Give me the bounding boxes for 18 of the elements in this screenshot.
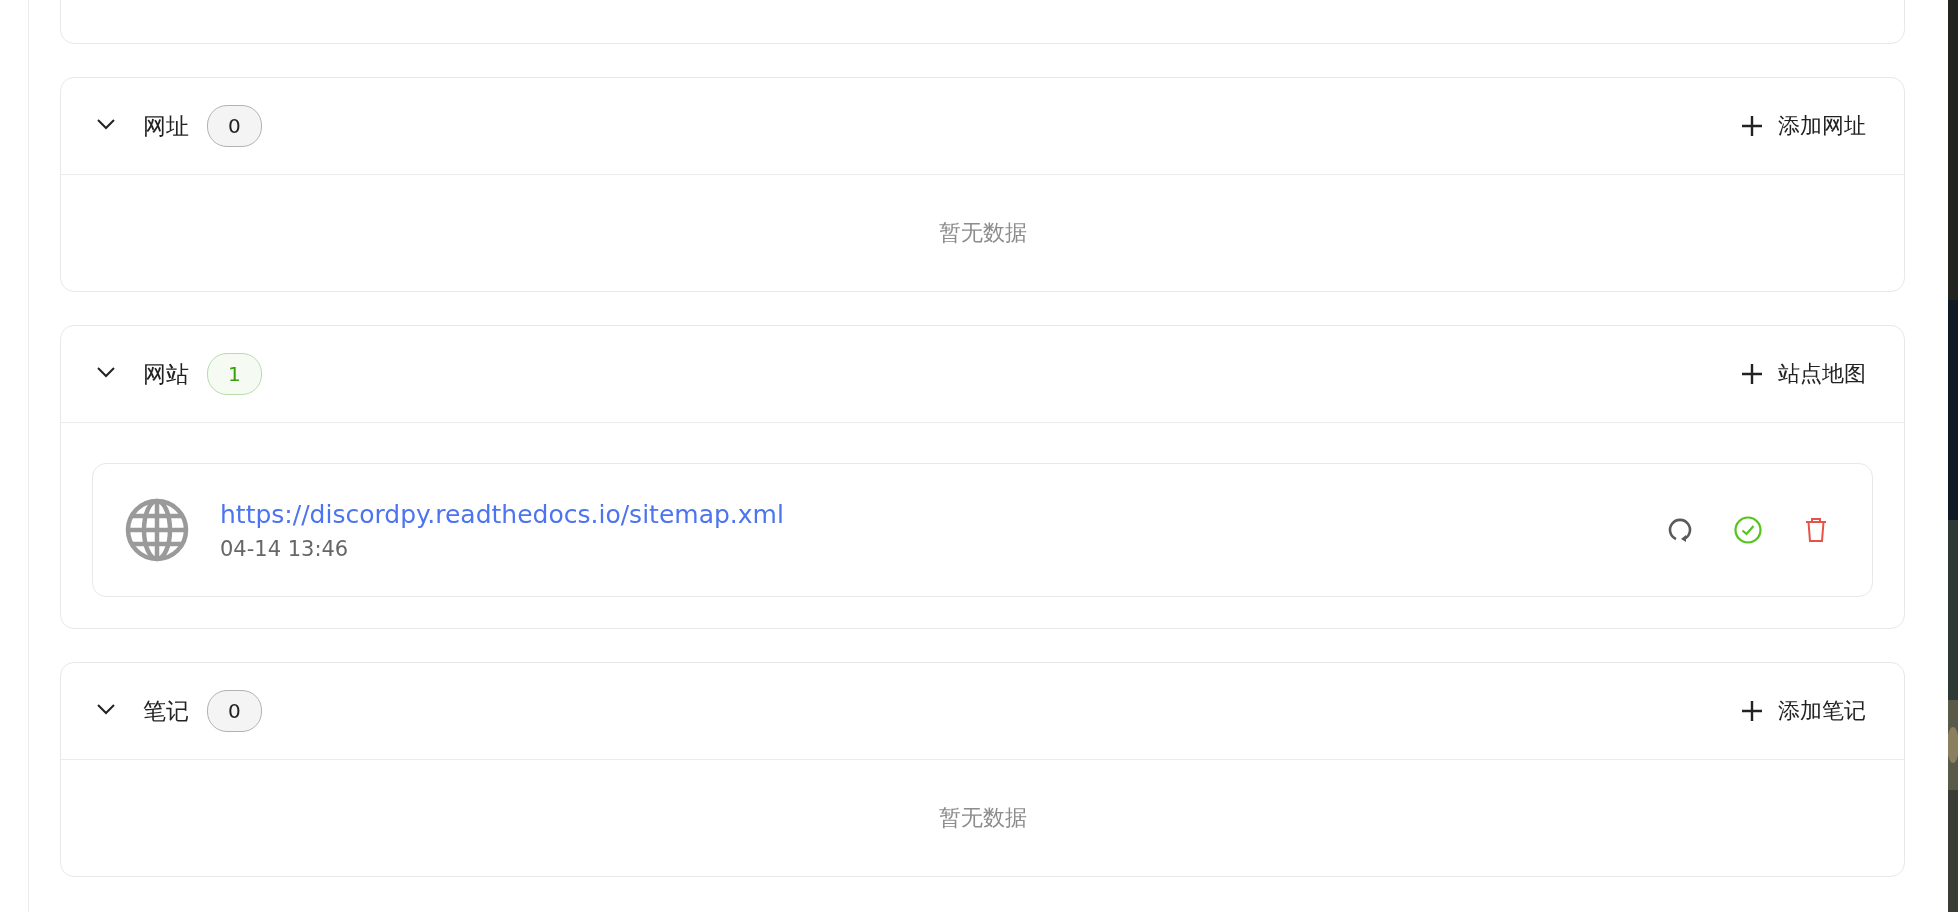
count-badge: 0 bbox=[207, 690, 262, 732]
add-button[interactable]: 添加笔记 bbox=[1732, 690, 1874, 732]
check-circle-icon[interactable] bbox=[1732, 514, 1764, 546]
section-title: 网站 bbox=[143, 359, 189, 389]
sitemap-link[interactable]: https://discordpy.readthedocs.io/sitemap.xml bbox=[220, 499, 784, 529]
count-badge: 0 bbox=[207, 105, 262, 147]
timestamp: 04-14 13:46 bbox=[220, 536, 350, 561]
add-button[interactable]: 站点地图 bbox=[1732, 353, 1874, 395]
section-title: 网址 bbox=[143, 111, 189, 141]
plus-icon bbox=[1740, 699, 1764, 723]
section-title: 笔记 bbox=[143, 696, 189, 726]
plus-icon bbox=[1740, 362, 1764, 386]
globe-icon bbox=[124, 497, 190, 563]
empty-text: 暂无数据 bbox=[938, 219, 1027, 247]
empty-text: 暂无数据 bbox=[938, 804, 1027, 832]
add-button[interactable]: 添加网址 bbox=[1732, 105, 1874, 147]
count-badge: 1 bbox=[207, 353, 262, 395]
plus-icon bbox=[1740, 114, 1764, 138]
